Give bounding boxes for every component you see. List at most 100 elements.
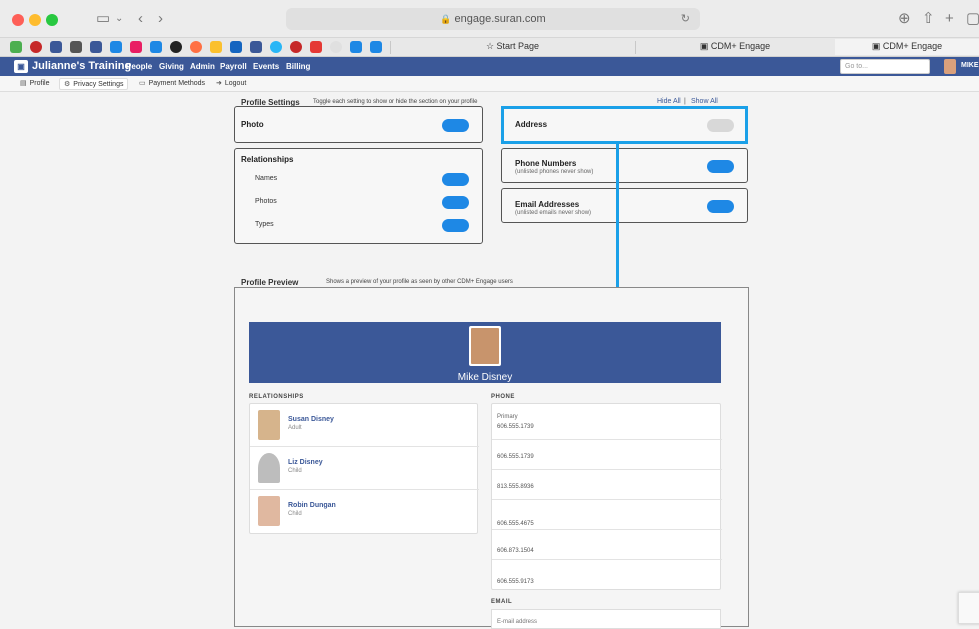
bookmark-icon[interactable] [290,41,302,53]
recaptcha-badge[interactable] [958,592,979,624]
logout-icon: ➜ [216,80,222,87]
bookmark-icon[interactable] [170,41,182,53]
bookmark-icon[interactable] [210,41,222,53]
nav-events[interactable]: Events [253,62,279,71]
bookmark-icon[interactable] [150,41,162,53]
email-setting-note: (unlisted emails never show) [515,210,592,216]
phone-setting-card: Phone Numbers (unlisted phones never sho… [501,148,748,183]
tab-overview-icon[interactable]: ▢ [966,10,979,28]
goto-input[interactable]: Go to... [840,59,930,74]
relationships-heading: RELATIONSHIPS [249,394,304,400]
app-logo-icon[interactable]: ▣ [14,60,28,73]
profile-preview-subtitle: Shows a preview of your profile as seen … [326,279,513,285]
app-brand[interactable]: Julianne's Training [32,60,131,72]
subnav-label: Logout [224,80,247,87]
relationships-setting-label: Relationships [241,155,294,164]
subnav-logout[interactable]: ➜ Logout [212,78,250,90]
profile-icon: ▤ [20,80,27,87]
phone-heading: PHONE [491,394,515,400]
hide-all-link[interactable]: Hide All [657,98,681,105]
user-name[interactable]: MIKE [961,62,979,69]
types-toggle[interactable] [442,219,469,232]
relationship-name[interactable]: Susan Disney [288,416,334,423]
nav-giving[interactable]: Giving [159,62,184,71]
new-tab-icon[interactable]: + [945,10,954,28]
photos-setting-label: Photos [255,198,277,205]
avatar[interactable] [944,59,956,74]
bookmark-icon[interactable] [270,41,282,53]
minimize-window-button[interactable] [29,14,41,26]
bookmark-icon[interactable] [330,41,342,53]
photo-setting-label: Photo [241,120,264,129]
relationships-list: Susan Disney Adult Liz Disney Child Robi… [249,403,479,534]
cdm-logo-icon: ▣ [871,41,883,51]
bookmark-icon[interactable] [350,41,362,53]
person-placeholder-icon [258,453,280,483]
list-item[interactable]: Liz Disney Child [250,447,479,490]
bookmark-icon[interactable] [130,41,142,53]
relationship-role: Child [288,468,302,474]
bookmark-icon[interactable] [250,41,262,53]
browser-titlebar: ▭ ⌄ ‹ › 🔒 engage.suran.com ↻ ⊕ ⇧ + ▢ [0,0,979,38]
reload-icon[interactable]: ↻ [681,8,690,30]
names-setting-label: Names [255,175,278,182]
bookmark-icon[interactable] [50,41,62,53]
relationships-setting-card: Relationships Names Photos Types [234,148,483,244]
bookmark-icon[interactable] [30,41,42,53]
nav-people[interactable]: People [126,62,152,71]
bookmark-icon[interactable] [230,41,242,53]
phone-number: 606.555.4675 [497,521,534,527]
phone-list: Primary 606.555.1739 606.555.1739 813.55… [491,403,722,590]
chevron-down-icon[interactable]: ⌄ [115,10,123,28]
relationship-name[interactable]: Liz Disney [288,459,323,466]
bookmark-icon[interactable] [110,41,122,53]
list-item[interactable]: Robin Dungan Child [250,490,479,533]
tab-cdm-engage[interactable]: ▣ CDM+ Engage [635,41,835,52]
list-item: 606.873.1504 [492,530,722,560]
tab-start-page[interactable]: ☆ Start Page [390,41,635,52]
subnav-label: Profile [29,80,50,87]
subnav-profile[interactable]: ▤ Profile [16,78,53,90]
back-icon[interactable]: ‹ [138,10,143,28]
phone-number: 606.873.1504 [497,548,534,554]
download-icon[interactable]: ⊕ [898,10,911,28]
gear-icon: ⚙ [64,81,71,88]
bookmark-icon[interactable] [370,41,382,53]
subnav-label: Privacy Settings [73,81,124,88]
nav-payroll[interactable]: Payroll [220,62,247,71]
bookmark-icon[interactable] [190,41,202,53]
bookmark-icon[interactable] [70,41,82,53]
subnav-privacy-settings[interactable]: ⚙ Privacy Settings [59,78,129,90]
bookmark-icon[interactable] [10,41,22,53]
zoom-window-button[interactable] [46,14,58,26]
tab-label: Start Page [496,41,540,51]
address-bar[interactable]: 🔒 engage.suran.com ↻ [286,8,700,30]
forward-icon[interactable]: › [158,10,163,28]
nav-billing[interactable]: Billing [286,62,310,71]
sidebar-icon[interactable]: ▭ [96,10,110,28]
email-toggle[interactable] [707,200,734,213]
bookmark-icon[interactable] [90,41,102,53]
profile-preview-title: Profile Preview [241,278,299,287]
cdm-logo-icon: ▣ [699,41,711,51]
photos-toggle[interactable] [442,196,469,209]
bookmark-icon[interactable] [310,41,322,53]
names-toggle[interactable] [442,173,469,186]
types-setting-label: Types [255,221,274,228]
photo-toggle[interactable] [442,119,469,132]
show-all-link[interactable]: Show All [691,98,718,105]
tab-label: CDM+ Engage [710,41,771,51]
close-window-button[interactable] [12,14,24,26]
relationship-role: Child [288,511,302,517]
phone-toggle[interactable] [707,160,734,173]
share-icon[interactable]: ⇧ [922,10,935,28]
tab-cdm-engage-active[interactable]: ▣ CDM+ Engage [835,39,979,55]
annotation-highlight-box [501,106,748,144]
nav-admin[interactable]: Admin [190,62,215,71]
list-item[interactable]: Susan Disney Adult [250,404,479,447]
app-navbar: ▣ Julianne's Training People Giving Admi… [0,57,979,76]
subnav-payment-methods[interactable]: ▭ Payment Methods [135,78,209,90]
profile-subnav: ▤ Profile ⚙ Privacy Settings ▭ Payment Meth… [0,76,979,92]
email-setting-label: Email Addresses [515,200,580,209]
relationship-name[interactable]: Robin Dungan [288,502,336,509]
